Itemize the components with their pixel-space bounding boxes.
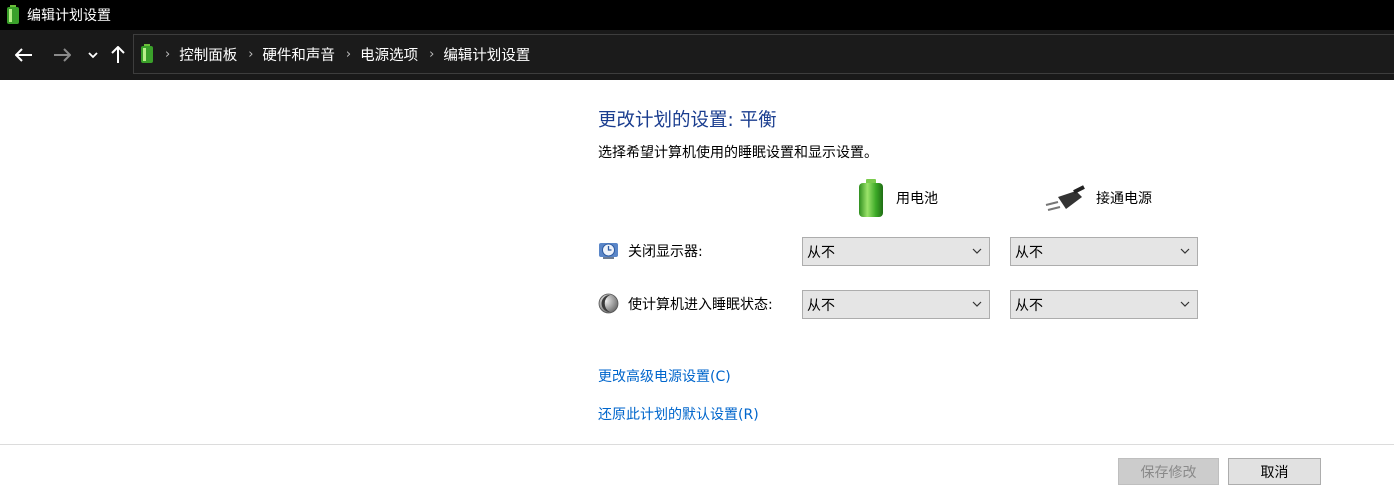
moon-icon <box>598 293 619 314</box>
back-button[interactable] <box>10 30 38 80</box>
display-clock-icon <box>599 243 618 259</box>
breadcrumb-separator[interactable]: › <box>165 47 170 62</box>
column-header-plugged: 接通电源 <box>1044 178 1152 218</box>
select-value: 从不 <box>807 297 835 314</box>
chevron-down-icon <box>972 301 982 307</box>
address-bar[interactable]: › 控制面板 › 硬件和声音 › 电源选项 › 编辑计划设置 <box>133 34 1394 74</box>
sleep-plugged-select[interactable]: 从不 <box>1010 290 1198 319</box>
select-value: 从不 <box>1015 244 1043 261</box>
title-bar: 编辑计划设置 <box>0 0 1394 30</box>
chevron-down-icon <box>1180 301 1190 307</box>
up-button[interactable] <box>108 30 128 80</box>
power-options-icon <box>7 5 19 24</box>
plugged-column-label: 接通电源 <box>1096 191 1152 207</box>
page-title: 更改计划的设置: 平衡 <box>598 110 777 131</box>
advanced-power-settings-link[interactable]: 更改高级电源设置(C) <box>598 366 731 386</box>
window-title: 编辑计划设置 <box>27 8 111 24</box>
page-subtitle: 选择希望计算机使用的睡眠设置和显示设置。 <box>598 145 878 161</box>
turn-off-display-battery-select[interactable]: 从不 <box>802 237 990 266</box>
setting-turn-off-display: 关闭显示器: <box>598 240 703 261</box>
restore-defaults-link[interactable]: 还原此计划的默认设置(R) <box>598 404 759 424</box>
select-value: 从不 <box>1015 297 1043 314</box>
turn-off-display-plugged-select[interactable]: 从不 <box>1010 237 1198 266</box>
breadcrumb-separator[interactable]: › <box>429 47 434 62</box>
recent-locations-button[interactable] <box>84 30 102 80</box>
breadcrumb-separator[interactable]: › <box>346 47 351 62</box>
arrow-up-icon <box>111 46 125 63</box>
setting-sleep: 使计算机进入睡眠状态: <box>598 293 773 314</box>
select-value: 从不 <box>807 244 835 261</box>
navigation-bar: › 控制面板 › 硬件和声音 › 电源选项 › 编辑计划设置 <box>0 30 1394 80</box>
battery-icon <box>859 179 883 217</box>
chevron-down-icon <box>1180 248 1190 254</box>
forward-button[interactable] <box>48 30 76 80</box>
setting-label: 使计算机进入睡眠状态: <box>628 296 773 313</box>
breadcrumb-separator[interactable]: › <box>248 47 253 62</box>
column-header-battery: 用电池 <box>856 178 938 218</box>
cancel-button[interactable]: 取消 <box>1228 458 1321 485</box>
chevron-down-icon <box>88 52 98 59</box>
breadcrumb-hardware-sound[interactable]: 硬件和声音 <box>262 44 335 65</box>
footer-divider <box>0 444 1394 445</box>
arrow-right-icon <box>54 48 71 62</box>
power-plug-icon <box>1045 185 1085 211</box>
breadcrumb-power-options[interactable]: 电源选项 <box>360 44 418 65</box>
setting-label: 关闭显示器: <box>628 243 703 260</box>
battery-column-label: 用电池 <box>896 191 938 207</box>
chevron-down-icon <box>972 248 982 254</box>
sleep-battery-select[interactable]: 从不 <box>802 290 990 319</box>
power-options-icon <box>141 44 153 63</box>
breadcrumb-edit-plan-settings[interactable]: 编辑计划设置 <box>443 44 530 65</box>
breadcrumb-control-panel[interactable]: 控制面板 <box>179 44 237 65</box>
arrow-left-icon <box>15 48 32 62</box>
save-changes-button[interactable]: 保存修改 <box>1118 458 1219 485</box>
